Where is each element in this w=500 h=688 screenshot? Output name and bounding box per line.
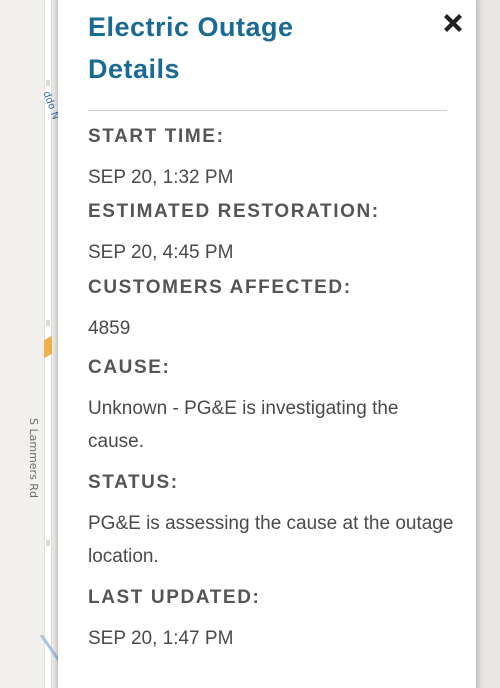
field-cause: CAUSE: Unknown - PG&E is investigating t… (88, 355, 458, 458)
map-road-marking (46, 540, 50, 546)
panel-header: Electric Outage Details (88, 6, 462, 90)
header-divider (88, 110, 447, 111)
field-label: STATUS: (88, 472, 179, 493)
map-road-marking (46, 80, 50, 86)
map-right-edge[interactable] (476, 0, 500, 688)
map-road-label: S Lammers Rd (27, 418, 40, 498)
outage-details-panel: Electric Outage Details START TIME: SEP … (58, 0, 476, 688)
field-label: CAUSE: (88, 357, 171, 378)
viewport: ddo N S Lammers Rd Electric Outage Detai… (0, 0, 500, 688)
field-value: Unknown - PG&E is investigating the caus… (88, 398, 399, 452)
outage-details-list: START TIME: SEP 20, 1:32 PM ESTIMATED RE… (88, 124, 458, 655)
map-road-marking (46, 320, 50, 326)
field-label: CUSTOMERS AFFECTED: (88, 277, 352, 298)
field-label: ESTIMATED RESTORATION: (88, 201, 380, 222)
field-value: SEP 20, 1:32 PM (88, 167, 234, 188)
field-start-time: START TIME: SEP 20, 1:32 PM (88, 124, 458, 194)
field-value: 4859 (88, 318, 131, 339)
close-icon[interactable] (438, 8, 468, 38)
field-last-updated: LAST UPDATED: SEP 20, 1:47 PM (88, 585, 458, 655)
field-value: SEP 20, 1:47 PM (88, 628, 234, 649)
field-value: SEP 20, 4:45 PM (88, 242, 234, 263)
field-label: LAST UPDATED: (88, 587, 261, 608)
field-status: STATUS: PG&E is assessing the cause at t… (88, 470, 458, 573)
field-value: PG&E is assessing the cause at the outag… (88, 513, 454, 567)
field-label: START TIME: (88, 126, 225, 147)
map-background[interactable]: ddo N S Lammers Rd (0, 0, 77, 688)
panel-title: Electric Outage Details (88, 12, 294, 84)
field-estimated-restoration: ESTIMATED RESTORATION: SEP 20, 4:45 PM (88, 199, 458, 269)
close-x-icon (444, 14, 462, 32)
field-customers-affected: CUSTOMERS AFFECTED: 4859 (88, 275, 458, 345)
